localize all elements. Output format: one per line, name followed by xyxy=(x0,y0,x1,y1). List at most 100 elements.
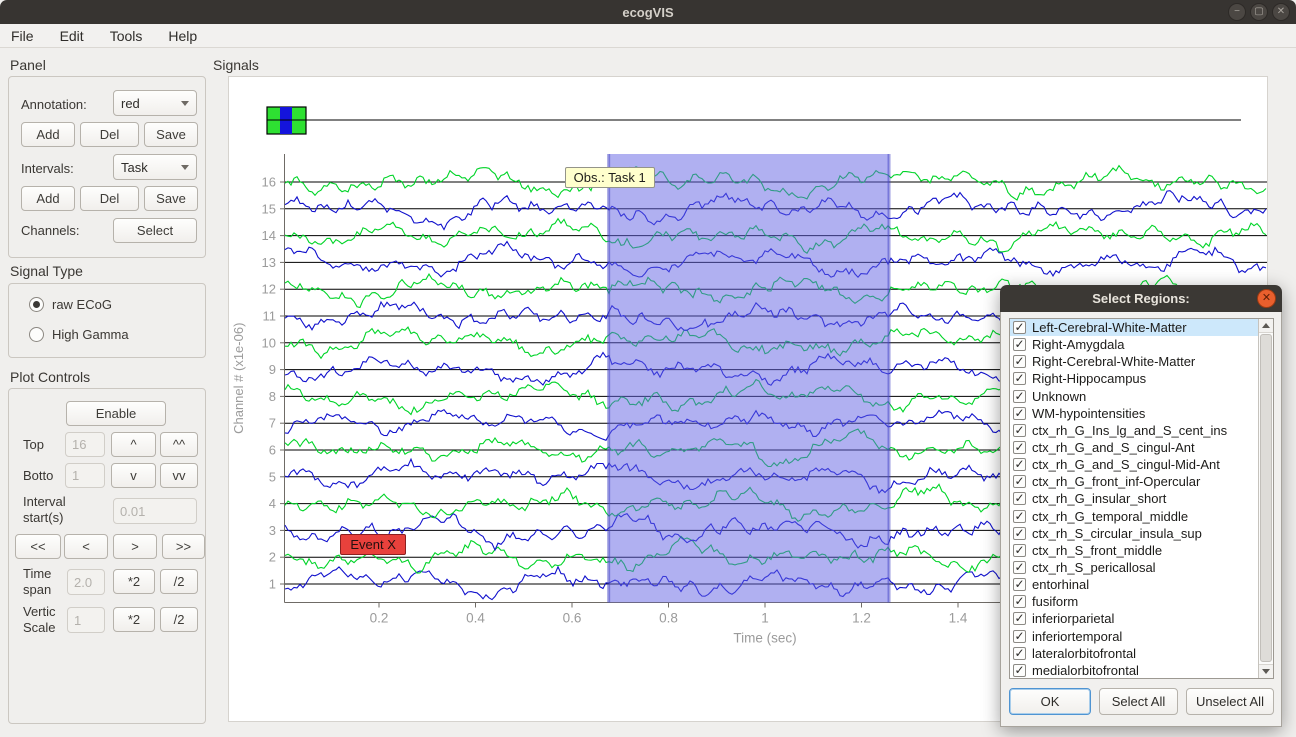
menu-file[interactable]: File xyxy=(2,26,43,46)
region-list-item[interactable]: ✓ ctx_rh_G_front_inf-Opercular xyxy=(1010,473,1273,490)
nav-fast-forward-button[interactable]: >> xyxy=(162,534,205,559)
region-list-item[interactable]: ✓ctx_rh_S_front_middle xyxy=(1010,542,1273,559)
region-list-item[interactable]: ✓medialorbitofrontal xyxy=(1010,662,1273,679)
top-step-button[interactable]: ^ xyxy=(111,432,156,457)
select-all-button[interactable]: Select All xyxy=(1099,688,1178,715)
checkbox-checked-icon[interactable]: ✓ xyxy=(1013,561,1026,574)
vertical-scale-input[interactable]: 1 xyxy=(67,607,105,633)
top-page-button[interactable]: ^^ xyxy=(160,432,198,457)
checkbox-checked-icon[interactable]: ✓ xyxy=(1013,338,1026,351)
checkbox-checked-icon[interactable]: ✓ xyxy=(1013,407,1026,420)
menu-tools[interactable]: Tools xyxy=(101,26,152,46)
menu-help[interactable]: Help xyxy=(159,26,206,46)
maximize-icon[interactable]: ▢ xyxy=(1250,3,1268,21)
menu-edit[interactable]: Edit xyxy=(51,26,93,46)
checkbox-checked-icon[interactable]: ✓ xyxy=(1013,578,1026,591)
region-list-item[interactable]: ✓Right-Amygdala xyxy=(1010,336,1273,353)
checkbox-checked-icon[interactable]: ✓ xyxy=(1013,595,1026,608)
checkbox-checked-icon[interactable]: ✓ xyxy=(1013,544,1026,557)
time-span-input[interactable]: 2.0 xyxy=(67,569,105,595)
region-list-item[interactable]: ✓ctx_rh_G_and_S_cingul-Ant xyxy=(1010,439,1273,456)
region-list-item[interactable]: ✓ ctx_rh_G_insular_short xyxy=(1010,490,1273,507)
bottom-page-button[interactable]: vv xyxy=(160,463,198,488)
intervals-del-button[interactable]: Del xyxy=(80,186,139,211)
intervals-add-button[interactable]: Add xyxy=(21,186,75,211)
region-list-item[interactable]: ✓entorhinal xyxy=(1010,576,1273,593)
dialog-close-icon[interactable]: ✕ xyxy=(1257,289,1276,308)
annotation-add-button[interactable]: Add xyxy=(21,122,75,147)
radio-high-gamma[interactable]: High Gamma xyxy=(29,327,129,342)
region-list-item[interactable]: ✓ ctx_rh_S_circular_insula_sup xyxy=(1010,525,1273,542)
region-list-item[interactable]: ✓inferiorparietal xyxy=(1010,610,1273,627)
checkbox-checked-icon[interactable]: ✓ xyxy=(1013,458,1026,471)
region-list-item[interactable]: ✓ fusiform xyxy=(1010,593,1273,610)
top-input[interactable]: 16 xyxy=(65,432,105,457)
annotation-del-button[interactable]: Del xyxy=(80,122,139,147)
checkbox-checked-icon[interactable]: ✓ xyxy=(1013,630,1026,643)
intervals-combobox[interactable]: Task xyxy=(113,154,197,180)
region-list-item[interactable]: ✓lateralorbitofrontal xyxy=(1010,645,1273,662)
time-span-mul-button[interactable]: *2 xyxy=(113,569,155,594)
region-item-label: ctx_rh_S_circular_insula_sup xyxy=(1032,526,1202,541)
bottom-step-button[interactable]: v xyxy=(111,463,156,488)
checkbox-checked-icon[interactable]: ✓ xyxy=(1013,441,1026,454)
region-list-item[interactable]: ✓ctx_rh_S_pericallosal xyxy=(1010,559,1273,576)
channel-tick-label: 2 xyxy=(269,550,276,565)
checkbox-checked-icon[interactable]: ✓ xyxy=(1013,424,1026,437)
bottom-input[interactable]: 1 xyxy=(65,463,105,488)
vertical-scale-mul-button[interactable]: *2 xyxy=(113,607,155,632)
region-list-item[interactable]: ✓ Unknown xyxy=(1010,388,1273,405)
radio-raw-ecog[interactable]: raw ECoG xyxy=(29,297,112,312)
nav-forward-button[interactable]: > xyxy=(113,534,157,559)
enable-button[interactable]: Enable xyxy=(66,401,166,426)
checkbox-checked-icon[interactable]: ✓ xyxy=(1013,475,1026,488)
nav-fast-back-button[interactable]: << xyxy=(15,534,61,559)
channels-select-button[interactable]: Select xyxy=(113,218,197,243)
region-item-label: fusiform xyxy=(1032,594,1078,609)
region-list-item[interactable]: ✓ctx_rh_G_and_S_cingul-Mid-Ant xyxy=(1010,456,1273,473)
ok-button[interactable]: OK xyxy=(1009,688,1091,715)
checkbox-checked-icon[interactable]: ✓ xyxy=(1013,355,1026,368)
scrollbar-thumb[interactable] xyxy=(1260,334,1272,662)
checkbox-checked-icon[interactable]: ✓ xyxy=(1013,372,1026,385)
checkbox-checked-icon[interactable]: ✓ xyxy=(1013,510,1026,523)
close-icon[interactable]: ✕ xyxy=(1272,3,1290,21)
region-item-label: ctx_rh_G_insular_short xyxy=(1032,491,1166,506)
vertical-scale-div-button[interactable]: /2 xyxy=(160,607,198,632)
region-item-label: inferiortemporal xyxy=(1032,629,1122,644)
checkbox-checked-icon[interactable]: ✓ xyxy=(1013,390,1026,403)
unselect-all-button[interactable]: Unselect All xyxy=(1186,688,1274,715)
chevron-down-icon xyxy=(181,101,189,106)
checkbox-checked-icon[interactable]: ✓ xyxy=(1013,527,1026,540)
event-marker-label[interactable]: Event X xyxy=(340,534,406,555)
radio-high-gamma-label: High Gamma xyxy=(52,327,129,342)
nav-back-button[interactable]: < xyxy=(64,534,108,559)
time-span-div-button[interactable]: /2 xyxy=(160,569,198,594)
checkbox-checked-icon[interactable]: ✓ xyxy=(1013,664,1026,677)
interval-start-input[interactable]: 0.01 xyxy=(113,498,197,524)
region-item-label: Unknown xyxy=(1032,389,1086,404)
interval-region[interactable] xyxy=(609,154,889,603)
checkbox-checked-icon[interactable]: ✓ xyxy=(1013,321,1026,334)
annotation-combobox[interactable]: red xyxy=(113,90,197,116)
region-list-item[interactable]: ✓Left-Cerebral-White-Matter xyxy=(1010,319,1273,336)
region-list-item[interactable]: ✓ ctx_rh_G_Ins_lg_and_S_cent_ins xyxy=(1010,422,1273,439)
region-list-item[interactable]: ✓Right-Hippocampus xyxy=(1010,370,1273,387)
region-list-item[interactable]: ✓ inferiortemporal xyxy=(1010,628,1273,645)
checkbox-checked-icon[interactable]: ✓ xyxy=(1013,647,1026,660)
annotation-save-button[interactable]: Save xyxy=(144,122,198,147)
region-list-item[interactable]: ✓WM-hypointensities xyxy=(1010,405,1273,422)
scroll-up-icon[interactable] xyxy=(1259,319,1273,333)
region-item-label: ctx_rh_G_Ins_lg_and_S_cent_ins xyxy=(1032,423,1227,438)
intervals-label: Intervals: xyxy=(21,161,74,177)
dialog-body: ✓Left-Cerebral-White-Matter✓Right-Amygda… xyxy=(1000,312,1282,727)
region-item-label: ctx_rh_G_front_inf-Opercular xyxy=(1032,474,1200,489)
minimize-icon[interactable]: − xyxy=(1228,3,1246,21)
region-list-item[interactable]: ✓Right-Cerebral-White-Matter xyxy=(1010,353,1273,370)
scroll-down-icon[interactable] xyxy=(1259,664,1273,678)
region-list-scrollbar[interactable] xyxy=(1258,319,1273,678)
checkbox-checked-icon[interactable]: ✓ xyxy=(1013,612,1026,625)
intervals-save-button[interactable]: Save xyxy=(144,186,198,211)
checkbox-checked-icon[interactable]: ✓ xyxy=(1013,492,1026,505)
region-list-item[interactable]: ✓ctx_rh_G_temporal_middle xyxy=(1010,508,1273,525)
